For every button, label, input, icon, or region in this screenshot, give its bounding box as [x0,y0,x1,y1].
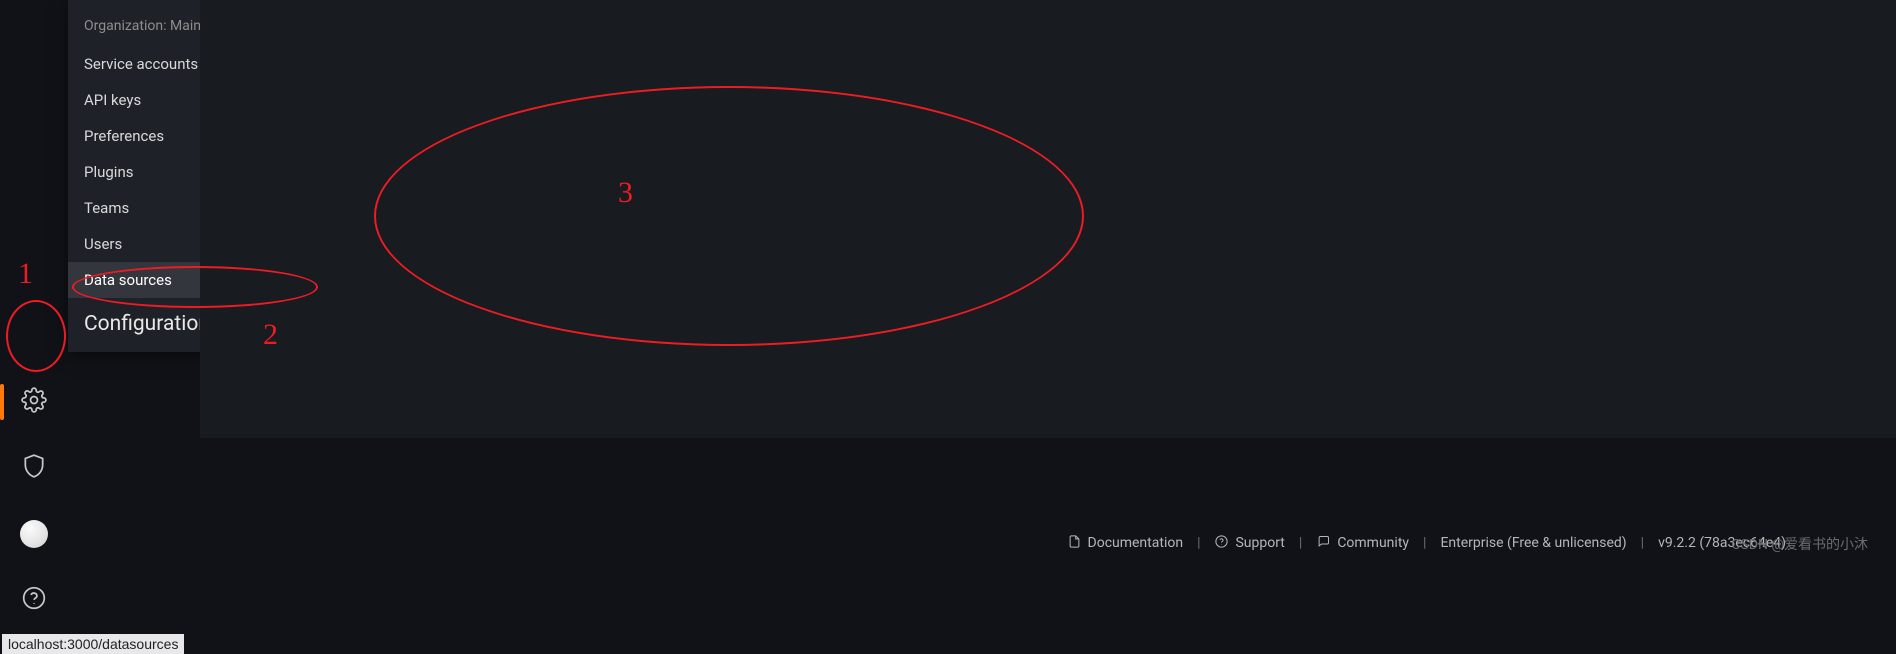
watermark: CSDN @爱看书的小沐 [1731,534,1868,554]
document-icon [1067,534,1082,553]
sidebar-item-configuration[interactable] [10,378,58,426]
chat-icon [1316,534,1331,553]
browser-status-url: localhost:3000/datasources [2,634,184,654]
footer: Documentation | Support | Community | En… [0,528,1896,558]
footer-enterprise[interactable]: Enterprise (Free & unlicensed) [1440,535,1626,551]
separator: | [1299,535,1302,551]
rail-items-bottom [10,378,58,654]
footer-label: Community [1337,535,1409,551]
footer-link-community[interactable]: Community [1316,534,1409,553]
gear-icon [21,387,47,417]
shield-icon [21,453,47,483]
separator: | [1197,535,1200,551]
sidebar-item-admin[interactable] [10,444,58,492]
main-content [200,0,1896,438]
separator: | [1641,535,1644,551]
question-icon [21,585,47,615]
footer-label: Support [1235,535,1284,551]
footer-link-support[interactable]: Support [1214,534,1284,553]
separator: | [1423,535,1426,551]
footer-label: Documentation [1088,535,1184,551]
sidebar-item-help[interactable] [10,576,58,624]
question-icon [1214,534,1229,553]
footer-link-documentation[interactable]: Documentation [1067,534,1184,553]
